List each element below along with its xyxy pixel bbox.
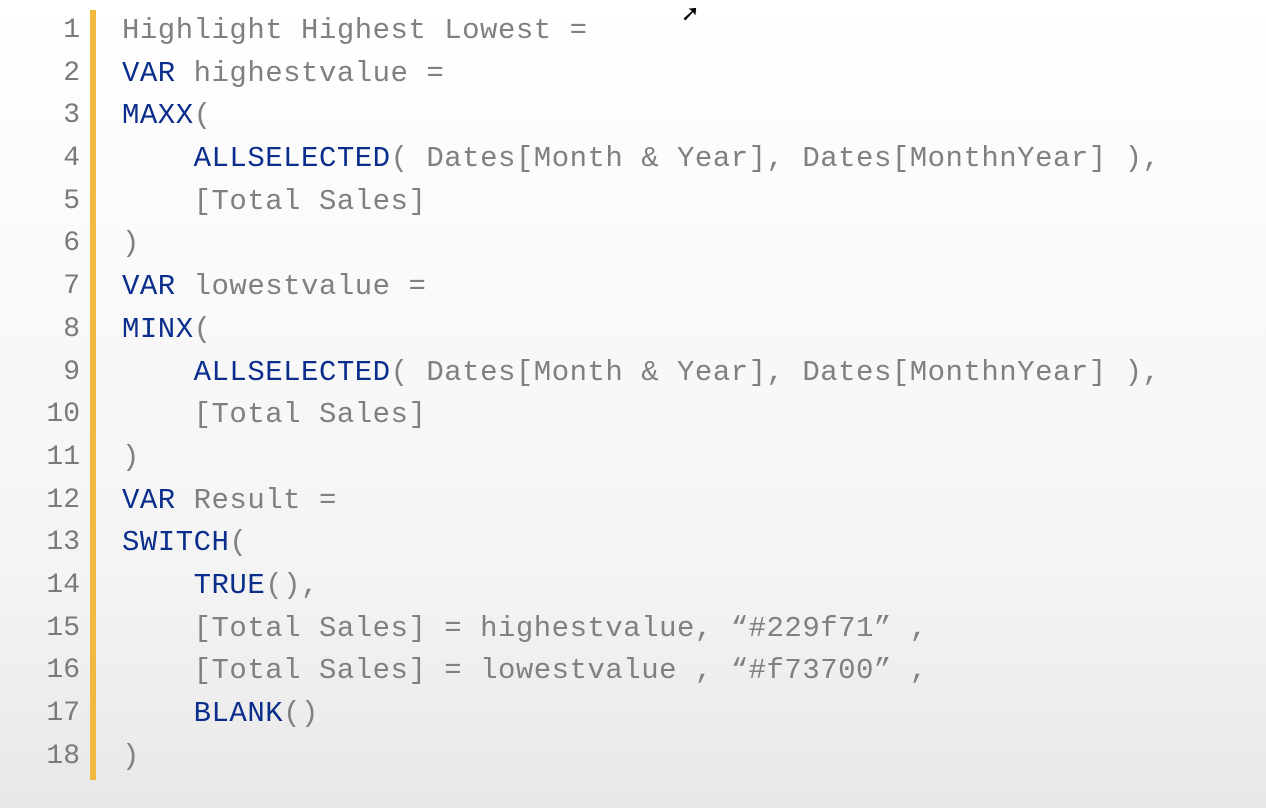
keyword-var: VAR bbox=[122, 270, 176, 303]
line-number: 1 bbox=[63, 10, 80, 53]
line-number: 5 bbox=[63, 181, 80, 224]
code-text: ( bbox=[194, 313, 212, 346]
line-number: 9 bbox=[63, 352, 80, 395]
indent bbox=[122, 569, 194, 602]
line-number: 15 bbox=[46, 608, 80, 651]
code-text: ) bbox=[122, 740, 140, 773]
code-line[interactable]: ) bbox=[122, 736, 1160, 779]
code-text: ) bbox=[122, 441, 140, 474]
line-number: 16 bbox=[46, 650, 80, 693]
code-line[interactable]: [Total Sales] = highestvalue, “#229f71” … bbox=[122, 608, 1160, 651]
keyword-var: VAR bbox=[122, 484, 176, 517]
code-text: () bbox=[283, 697, 319, 730]
function-switch: SWITCH bbox=[122, 526, 229, 559]
code-line[interactable]: VAR lowestvalue = bbox=[122, 266, 1160, 309]
line-number-gutter: 1 2 3 4 5 6 7 8 9 10 11 12 13 14 15 16 1… bbox=[0, 10, 90, 780]
line-number: 7 bbox=[63, 266, 80, 309]
line-number: 4 bbox=[63, 138, 80, 181]
mouse-cursor-icon: ➚ bbox=[682, 0, 698, 31]
code-line[interactable]: VAR highestvalue = bbox=[122, 53, 1160, 96]
line-number: 6 bbox=[63, 223, 80, 266]
code-text: [Total Sales] = highestvalue, “#229f71” … bbox=[194, 612, 928, 645]
code-text: highestvalue = bbox=[176, 57, 445, 90]
function-blank: BLANK bbox=[194, 697, 284, 730]
code-line[interactable]: SWITCH( bbox=[122, 522, 1160, 565]
indent bbox=[122, 398, 194, 431]
code-text: ( bbox=[229, 526, 247, 559]
indent bbox=[122, 697, 194, 730]
indent bbox=[122, 612, 194, 645]
code-line[interactable]: VAR Result = bbox=[122, 480, 1160, 523]
indent bbox=[122, 654, 194, 687]
function-minx: MINX bbox=[122, 313, 194, 346]
function-true: TRUE bbox=[194, 569, 266, 602]
line-number: 18 bbox=[46, 736, 80, 779]
code-text: ( Dates[Month & Year], Dates[MonthnYear]… bbox=[391, 356, 1161, 389]
indent bbox=[122, 142, 194, 175]
line-number: 3 bbox=[63, 95, 80, 138]
code-text: (), bbox=[265, 569, 319, 602]
line-number: 10 bbox=[46, 394, 80, 437]
code-line[interactable]: TRUE(), bbox=[122, 565, 1160, 608]
function-maxx: MAXX bbox=[122, 99, 194, 132]
function-allselected: ALLSELECTED bbox=[194, 142, 391, 175]
code-text: ) bbox=[122, 227, 140, 260]
line-number: 12 bbox=[46, 480, 80, 523]
line-number: 13 bbox=[46, 522, 80, 565]
code-line[interactable]: ) bbox=[122, 223, 1160, 266]
line-number: 17 bbox=[46, 693, 80, 736]
code-line[interactable]: BLANK() bbox=[122, 693, 1160, 736]
line-number: 14 bbox=[46, 565, 80, 608]
code-line[interactable]: ALLSELECTED( Dates[Month & Year], Dates[… bbox=[122, 352, 1160, 395]
code-line[interactable]: [Total Sales] bbox=[122, 394, 1160, 437]
code-text: ( Dates[Month & Year], Dates[MonthnYear]… bbox=[391, 142, 1161, 175]
code-text: [Total Sales] = lowestvalue , “#f73700” … bbox=[194, 654, 928, 687]
line-number: 8 bbox=[63, 309, 80, 352]
code-text: Highlight Highest Lowest = bbox=[122, 14, 587, 47]
code-line[interactable]: MINX( bbox=[122, 309, 1160, 352]
code-text: [Total Sales] bbox=[194, 398, 427, 431]
formula-editor[interactable]: 1 2 3 4 5 6 7 8 9 10 11 12 13 14 15 16 1… bbox=[0, 0, 1266, 780]
code-line[interactable]: [Total Sales] = lowestvalue , “#f73700” … bbox=[122, 650, 1160, 693]
code-line[interactable]: [Total Sales] bbox=[122, 181, 1160, 224]
code-line[interactable]: ) bbox=[122, 437, 1160, 480]
code-area[interactable]: Highlight Highest Lowest = VAR highestva… bbox=[96, 10, 1160, 780]
code-line[interactable]: MAXX( bbox=[122, 95, 1160, 138]
code-line[interactable]: ALLSELECTED( Dates[Month & Year], Dates[… bbox=[122, 138, 1160, 181]
code-text: ( bbox=[194, 99, 212, 132]
indent bbox=[122, 185, 194, 218]
code-line[interactable]: Highlight Highest Lowest = bbox=[122, 10, 1160, 53]
line-number: 2 bbox=[63, 53, 80, 96]
code-text: lowestvalue = bbox=[176, 270, 427, 303]
code-text: [Total Sales] bbox=[194, 185, 427, 218]
indent bbox=[122, 356, 194, 389]
code-text: Result = bbox=[176, 484, 337, 517]
function-allselected: ALLSELECTED bbox=[194, 356, 391, 389]
keyword-var: VAR bbox=[122, 57, 176, 90]
line-number: 11 bbox=[46, 437, 80, 480]
